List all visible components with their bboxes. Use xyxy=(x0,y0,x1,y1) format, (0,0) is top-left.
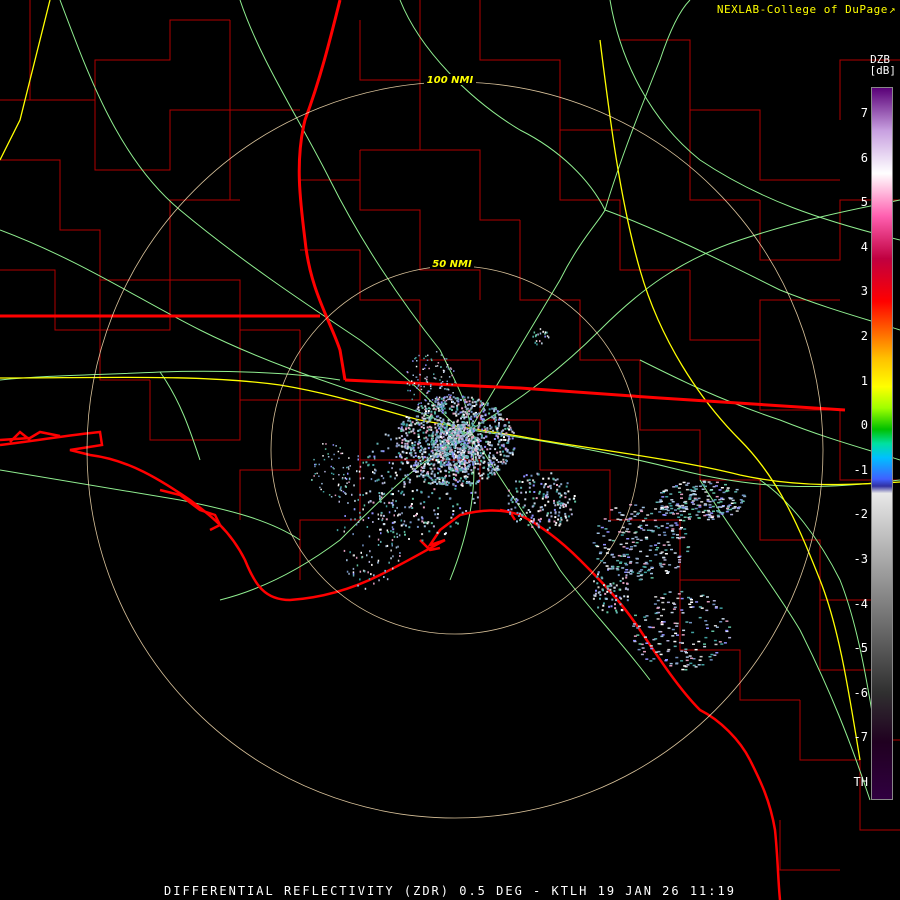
colorbar-tick: -5 xyxy=(853,641,868,656)
radar-echoes xyxy=(311,328,747,671)
colorbar-tick: 3 xyxy=(860,284,868,299)
credit-text: NEXLAB-College of DuPage xyxy=(716,3,888,16)
external-link-icon: ↗ xyxy=(888,3,896,16)
colorbar-tick: TH xyxy=(853,775,868,789)
colorbar-tick: 7 xyxy=(860,106,868,120)
state-borders xyxy=(0,0,846,412)
ring-label-100: 100 NMI xyxy=(427,75,474,86)
ring-label-50: 50 NMI xyxy=(432,259,472,270)
colorbar-tick: -2 xyxy=(853,507,868,522)
colorbar-tick: -6 xyxy=(853,685,868,700)
radar-map: 100 NMI 50 NMI xyxy=(0,0,900,900)
colorbar-tick: -1 xyxy=(853,462,868,477)
colorbar xyxy=(871,87,893,800)
colorbar-tick: -7 xyxy=(853,730,868,745)
colorbar-tick: 4 xyxy=(860,239,868,254)
colorbar-tick: 1 xyxy=(860,373,868,388)
colorbar-tick: 0 xyxy=(860,418,868,433)
range-ring-labels: 100 NMI 50 NMI xyxy=(424,74,476,270)
colorbar-tick: -4 xyxy=(853,596,868,611)
product-footer: DIFFERENTIAL REFLECTIVITY (ZDR) 0.5 DEG … xyxy=(164,884,736,898)
colorbar-tick: 5 xyxy=(860,195,868,210)
colorbar-units: [dB] xyxy=(869,64,897,77)
colorbar-tick: 2 xyxy=(860,329,868,343)
colorbar-tick: -3 xyxy=(853,552,868,566)
credit-label[interactable]: NEXLAB-College of DuPage↗ xyxy=(717,3,896,16)
colorbar-tick: 6 xyxy=(860,150,868,165)
